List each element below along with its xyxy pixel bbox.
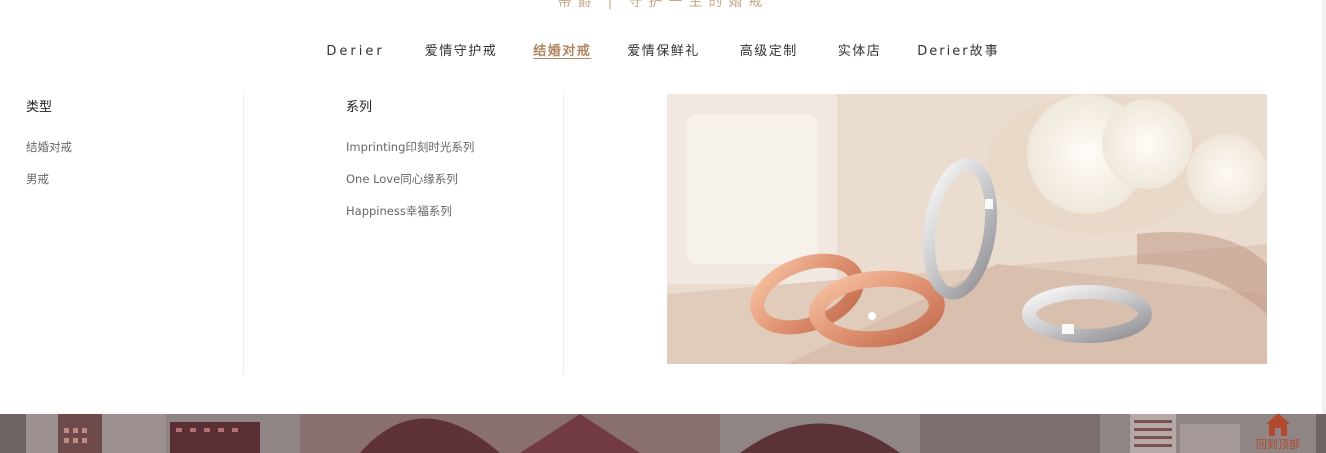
brand-tagline: 蒂爵 | 守护一生的婚戒 [0, 0, 1326, 11]
type-heading: 类型 [26, 100, 53, 115]
type-item-wedding-rings[interactable]: 结婚对戒 [26, 131, 226, 163]
main-nav: Derier 爱情守护戒 结婚对戒 爱情保鲜礼 高级定制 实体店 Derier故… [0, 42, 1326, 62]
nav-item-derier[interactable]: Derier [326, 42, 384, 62]
series-list: Imprinting印刻时光系列 One Love同心缘系列 Happiness… [346, 131, 556, 227]
series-item-imprinting[interactable]: Imprinting印刻时光系列 [346, 131, 556, 163]
promo-image-wedding-rings[interactable] [667, 94, 1267, 364]
series-item-happiness[interactable]: Happiness幸福系列 [346, 195, 556, 227]
back-to-top-button[interactable]: 回到顶部 [1252, 414, 1304, 451]
type-item-mens-ring[interactable]: 男戒 [26, 163, 226, 195]
nav-item-wedding-rings[interactable]: 结婚对戒 [533, 42, 591, 62]
series-column: 系列 Imprinting印刻时光系列 One Love同心缘系列 Happin… [346, 95, 556, 227]
nav-item-story[interactable]: Derier故事 [917, 42, 999, 62]
tagline-separator: | [607, 0, 619, 10]
home-icon [1266, 414, 1290, 436]
hero-banner: 回到顶部 [0, 414, 1326, 453]
mega-menu-dropdown: 类型 结婚对戒 男戒 系列 Imprinting印刻时光系列 One Love同… [0, 78, 1322, 414]
nav-item-stores[interactable]: 实体店 [838, 42, 882, 62]
nav-item-custom[interactable]: 高级定制 [740, 42, 798, 62]
brand-name: 蒂爵 [557, 0, 598, 10]
scrollbar-track[interactable] [1322, 0, 1326, 453]
series-heading: 系列 [346, 100, 373, 115]
nav-item-love-gifts[interactable]: 爱情保鲜礼 [627, 42, 700, 62]
back-to-top-label: 回到顶部 [1256, 438, 1300, 451]
type-column: 类型 结婚对戒 男戒 [26, 95, 226, 195]
brand-slogan: 守护一生的婚戒 [628, 0, 769, 10]
column-divider [243, 94, 244, 374]
type-list: 结婚对戒 男戒 [26, 131, 226, 195]
column-divider [563, 94, 564, 374]
series-item-one-love[interactable]: One Love同心缘系列 [346, 163, 556, 195]
nav-item-love-guard-ring[interactable]: 爱情守护戒 [425, 42, 498, 62]
